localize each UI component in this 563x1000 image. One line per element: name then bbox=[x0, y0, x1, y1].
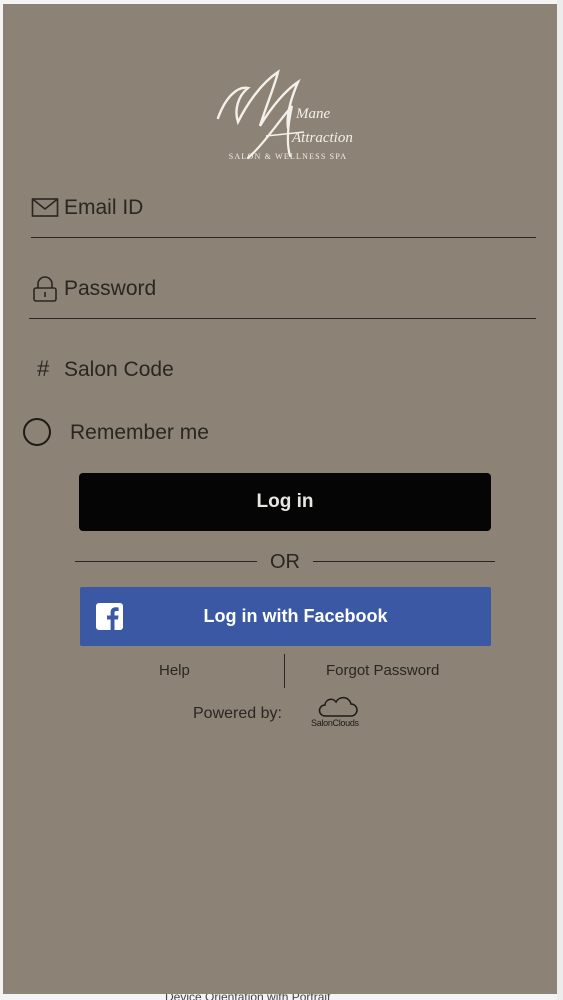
help-link[interactable]: Help bbox=[159, 662, 190, 679]
help-links: Help Forgot Password bbox=[103, 654, 483, 688]
brand-logo: Mane Attraction SALON & WELLNESS SPA bbox=[208, 66, 368, 166]
password-underline bbox=[29, 318, 536, 319]
brand-logo-mark: Mane Attraction bbox=[216, 69, 353, 160]
lock-icon bbox=[31, 275, 59, 303]
or-label: OR bbox=[270, 551, 300, 573]
envelope-icon bbox=[31, 194, 59, 222]
login-button[interactable]: Log in bbox=[79, 473, 491, 531]
salon-code-label: Salon Code bbox=[64, 358, 174, 381]
email-field[interactable]: Email ID bbox=[31, 194, 536, 238]
background-window-edge bbox=[557, 0, 563, 1000]
remember-me-label: Remember me bbox=[70, 421, 209, 444]
or-divider-line-left bbox=[75, 561, 257, 562]
facebook-login-label: Log in with Facebook bbox=[203, 606, 388, 626]
brand-logo-line2: Attraction bbox=[291, 130, 353, 146]
salonclouds-cloud-icon bbox=[311, 696, 381, 734]
hash-icon: # bbox=[37, 356, 50, 381]
links-separator bbox=[284, 654, 285, 688]
powered-by-label: Powered by: bbox=[193, 705, 282, 722]
password-label: Password bbox=[64, 277, 157, 300]
brand-logo-line1: Mane bbox=[295, 106, 330, 122]
or-divider: OR bbox=[75, 549, 495, 575]
forgot-password-link[interactable]: Forgot Password bbox=[326, 662, 439, 679]
remember-me-radio[interactable] bbox=[23, 418, 51, 446]
salonclouds-logo-text: SalonClouds bbox=[311, 718, 359, 728]
email-label: Email ID bbox=[64, 196, 144, 219]
remember-me-toggle[interactable]: Remember me bbox=[23, 418, 273, 450]
password-field[interactable]: Password bbox=[29, 275, 536, 319]
powered-by: Powered by: SalonClouds bbox=[193, 694, 393, 734]
login-panel: Mane Attraction SALON & WELLNESS SPA Ema… bbox=[3, 4, 557, 994]
salon-code-field[interactable]: # Salon Code bbox=[31, 356, 536, 396]
email-underline bbox=[31, 237, 536, 238]
facebook-login-button[interactable]: Log in with Facebook bbox=[80, 587, 491, 646]
or-divider-line-right bbox=[313, 561, 495, 562]
brand-subtitle: SALON & WELLNESS SPA bbox=[228, 152, 348, 161]
